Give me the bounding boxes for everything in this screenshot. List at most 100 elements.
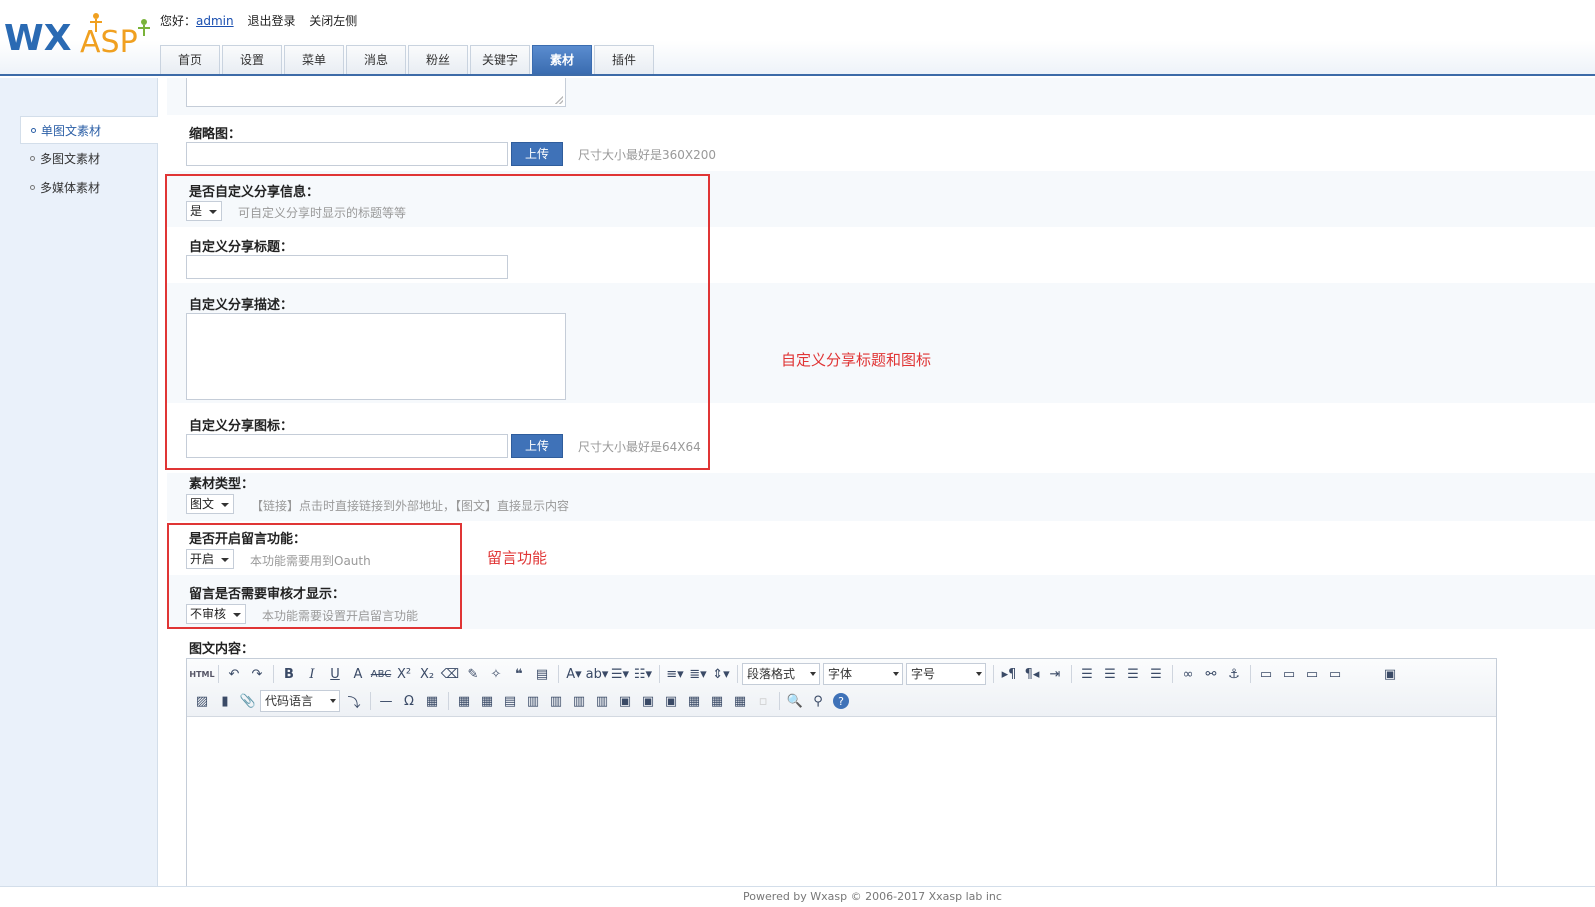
tab-fans[interactable]: 粉丝 bbox=[408, 45, 468, 74]
align-center-icon[interactable]: ☰ bbox=[1099, 663, 1121, 685]
line-height-icon[interactable]: ⇕▾ bbox=[710, 663, 732, 685]
tab-plugins[interactable]: 插件 bbox=[594, 45, 654, 74]
sidebar-item-single-article[interactable]: 单图文素材 bbox=[20, 116, 158, 144]
delete-table-icon[interactable]: ▦ bbox=[476, 690, 498, 712]
split-cells-icon[interactable]: ▦ bbox=[683, 690, 705, 712]
logout-link[interactable]: 退出登录 bbox=[247, 14, 295, 28]
material-type-value: 图文 bbox=[190, 497, 215, 511]
align-justify-icon[interactable]: ☰ bbox=[1145, 663, 1167, 685]
fullscreen-icon[interactable]: ▣ bbox=[1379, 663, 1401, 685]
align-right-icon[interactable]: ☰ bbox=[1122, 663, 1144, 685]
tab-messages[interactable]: 消息 bbox=[346, 45, 406, 74]
font-size-value: 字号 bbox=[911, 667, 936, 681]
image-right-icon[interactable]: ▭ bbox=[1301, 663, 1323, 685]
underline-icon[interactable]: U bbox=[324, 663, 346, 685]
delete-col-icon[interactable]: ▥ bbox=[591, 690, 613, 712]
highlight-color-icon[interactable]: ab▾ bbox=[586, 663, 609, 685]
attachment-icon[interactable]: 📎 bbox=[237, 690, 259, 712]
greeting: 您好： bbox=[160, 14, 197, 28]
username-link[interactable]: admin bbox=[196, 14, 234, 28]
merge-right-icon[interactable]: ▣ bbox=[637, 690, 659, 712]
subscript-icon[interactable]: X₂ bbox=[416, 663, 438, 685]
unlink-icon[interactable]: ⚯ bbox=[1200, 663, 1222, 685]
help-icon[interactable]: ? bbox=[833, 693, 849, 709]
split-cols-icon[interactable]: ▦ bbox=[729, 690, 751, 712]
split-rows-icon[interactable]: ▦ bbox=[706, 690, 728, 712]
undo-icon[interactable]: ↶ bbox=[223, 663, 245, 685]
eraser-icon[interactable]: ⌫ bbox=[439, 663, 461, 685]
font-family-select[interactable]: 字体 bbox=[823, 663, 903, 685]
comment-annotation-text: 留言功能 bbox=[487, 549, 548, 567]
blockquote-icon[interactable]: ❝ bbox=[508, 663, 530, 685]
code-language-select[interactable]: 代码语言 bbox=[260, 690, 340, 712]
tab-keywords[interactable]: 关键字 bbox=[470, 45, 530, 74]
auto-format-icon[interactable]: ✧ bbox=[485, 663, 507, 685]
horizontal-rule-icon[interactable]: — bbox=[375, 690, 397, 712]
chevron-down-icon bbox=[330, 699, 336, 703]
close-left-link[interactable]: 关闭左侧 bbox=[309, 14, 357, 28]
italic-icon[interactable]: I bbox=[301, 663, 323, 685]
font-size-select[interactable]: 字号 bbox=[906, 663, 986, 685]
insert-row-icon[interactable]: ▥ bbox=[522, 690, 544, 712]
sidebar-item-multi-article[interactable]: 多图文素材 bbox=[20, 145, 158, 173]
main-tabs: 首页 设置 菜单 消息 粉丝 关键字 素材 插件 bbox=[160, 45, 656, 76]
tab-materials[interactable]: 素材 bbox=[532, 45, 592, 74]
font-border-icon[interactable]: A bbox=[347, 663, 369, 685]
comment-annotation-box bbox=[167, 523, 462, 629]
insert-paragraph-before-table-icon[interactable]: ▤ bbox=[499, 690, 521, 712]
word-image-icon[interactable]: ▦ bbox=[421, 690, 443, 712]
redo-icon[interactable]: ↷ bbox=[246, 663, 268, 685]
image-left-icon[interactable]: ▭ bbox=[1278, 663, 1300, 685]
preview-icon[interactable]: 🔍 bbox=[784, 690, 806, 712]
toolbar-row-2: ▨ ▮ 📎 代码语言 ⤵ — Ω ▦ ▦ ▦ ▤ ▥ ▥ ▥ ▥ ▣ ▣ ▣ ▦… bbox=[191, 688, 852, 714]
logo-graphic: WX ASP bbox=[4, 13, 150, 60]
editor-toolbar: HTML ↶ ↷ B I U A ABC X² X₂ ⌫ ✎ ✧ ❝ ▤ A▾ … bbox=[187, 659, 1496, 717]
link-icon[interactable]: ∞ bbox=[1177, 663, 1199, 685]
search-replace-icon[interactable]: ⚲ bbox=[807, 690, 829, 712]
anchor-icon[interactable]: ⚓ bbox=[1223, 663, 1245, 685]
delete-row-icon[interactable]: ▥ bbox=[545, 690, 567, 712]
merge-down-icon[interactable]: ▣ bbox=[660, 690, 682, 712]
footer: Powered by Wxasp © 2006-2017 Xxasp lab i… bbox=[0, 886, 1595, 903]
table-props-icon[interactable]: ▫ bbox=[752, 690, 774, 712]
content-label: 图文内容： bbox=[189, 642, 255, 657]
editor-body[interactable] bbox=[187, 718, 1496, 897]
strikethrough-icon[interactable]: ABC bbox=[370, 663, 392, 685]
font-color-icon[interactable]: A▾ bbox=[563, 663, 585, 685]
format-painter-icon[interactable]: ✎ bbox=[462, 663, 484, 685]
tab-menu[interactable]: 菜单 bbox=[284, 45, 344, 74]
ordered-list-icon[interactable]: ☰▾ bbox=[609, 663, 631, 685]
insert-table-icon[interactable]: ▦ bbox=[453, 690, 475, 712]
chevron-down-icon bbox=[810, 672, 816, 676]
indent-icon[interactable]: ⇥ bbox=[1044, 663, 1066, 685]
row-spacing-top-icon[interactable]: ≡▾ bbox=[664, 663, 686, 685]
material-type-select[interactable]: 图文 bbox=[186, 494, 234, 514]
tab-settings[interactable]: 设置 bbox=[222, 45, 282, 74]
superscript-icon[interactable]: X² bbox=[393, 663, 415, 685]
sidebar-item-multimedia[interactable]: 多媒体素材 bbox=[20, 174, 158, 202]
paragraph-format-select[interactable]: 段落格式 bbox=[742, 663, 820, 685]
tab-home[interactable]: 首页 bbox=[160, 45, 220, 74]
html-source-icon[interactable]: HTML bbox=[189, 663, 214, 685]
thumb-input[interactable] bbox=[186, 142, 508, 166]
paste-plain-icon[interactable]: ▤ bbox=[531, 663, 553, 685]
image-none-icon[interactable]: ▭ bbox=[1255, 663, 1277, 685]
unordered-list-icon[interactable]: ☷▾ bbox=[632, 663, 654, 685]
previous-textarea[interactable] bbox=[186, 78, 566, 107]
rtl-icon[interactable]: ¶◂ bbox=[1021, 663, 1043, 685]
thumb-hint: 尺寸大小最好是360X200 bbox=[578, 148, 717, 162]
align-left-icon[interactable]: ☰ bbox=[1076, 663, 1098, 685]
ltr-icon[interactable]: ▸¶ bbox=[998, 663, 1020, 685]
special-chars-icon[interactable]: Ω bbox=[398, 690, 420, 712]
page-break-icon[interactable]: ⤵ bbox=[343, 690, 365, 712]
insert-image-icon[interactable]: ▨ bbox=[191, 690, 213, 712]
insert-col-icon[interactable]: ▥ bbox=[568, 690, 590, 712]
code-language-value: 代码语言 bbox=[265, 694, 314, 708]
merge-cells-icon[interactable]: ▣ bbox=[614, 690, 636, 712]
bold-icon[interactable]: B bbox=[278, 663, 300, 685]
bullet-icon bbox=[30, 185, 35, 190]
insert-video-icon[interactable]: ▮ bbox=[214, 690, 236, 712]
row-spacing-bottom-icon[interactable]: ≣▾ bbox=[687, 663, 709, 685]
thumb-upload-button[interactable]: 上传 bbox=[511, 142, 563, 166]
image-center-icon[interactable]: ▭ bbox=[1324, 663, 1346, 685]
